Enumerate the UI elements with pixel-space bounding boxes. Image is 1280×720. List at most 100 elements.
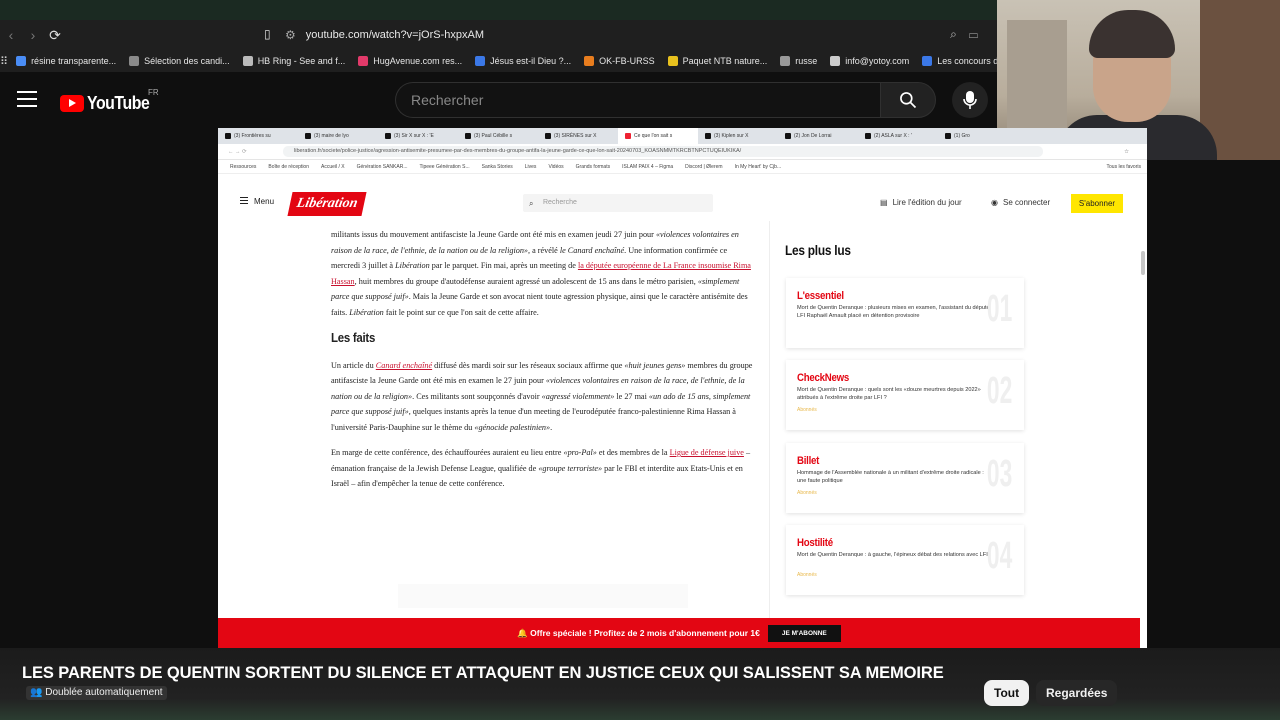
bookmark-item[interactable]: Jésus est-il Dieu ?... <box>475 56 571 66</box>
card-rank: 02 <box>986 370 1012 412</box>
card-rank: 01 <box>986 288 1012 330</box>
login-label: Se connecter <box>1002 198 1051 207</box>
inner-bookmark-item[interactable]: Boîte de réception <box>268 164 309 170</box>
inner-back-icon[interactable]: ← → ⟳ <box>228 149 247 155</box>
bookmark-item[interactable]: russe <box>780 56 817 66</box>
inner-bookmark-item[interactable]: Vidéos <box>548 164 563 170</box>
youtube-logo[interactable]: YouTube <box>60 93 158 114</box>
inner-bookmark-item[interactable]: Génération SANKAR... <box>357 164 408 170</box>
subscribe-button[interactable]: S'abonner <box>1071 194 1123 213</box>
bookmark-favicon-icon <box>129 56 140 66</box>
quote: «groupe terroriste» <box>538 463 603 473</box>
menu-icon[interactable] <box>17 91 37 107</box>
bookmark-item[interactable]: OK-FB-URSS <box>584 56 655 66</box>
search-input[interactable]: Rechercher <box>395 82 880 118</box>
inner-address-bar: ← → ⟳ liberation.fr/societe/police-justi… <box>218 144 1147 160</box>
card-text: Mort de Quentin Deranque : à gauche, l'é… <box>797 552 988 558</box>
most-read-card[interactable]: Billet Hommage de l'Assemblée nationale à… <box>786 443 1024 513</box>
bookmark-favicon-icon <box>242 56 253 66</box>
tab-favicon-icon <box>465 133 471 139</box>
bookmark-favicon-icon <box>475 56 486 66</box>
reload-icon[interactable]: ⟳ <box>44 27 66 44</box>
inner-scrollbar[interactable] <box>1141 251 1145 275</box>
inner-bookmark-item[interactable]: ISLAM PAIX 4 – Figma <box>622 164 673 170</box>
inner-star-icon[interactable]: ☆ <box>1124 149 1129 155</box>
forward-icon[interactable]: › <box>22 27 44 43</box>
tab-favicon-icon <box>705 133 711 139</box>
inner-tab[interactable]: (3) Kiplen sur X <box>698 133 778 139</box>
back-icon[interactable]: ‹ <box>0 27 22 43</box>
card-text: Mort de Quentin Deranque : plusieurs mis… <box>797 305 990 319</box>
text-run: fait le point sur ce que l'on sait de ce… <box>383 307 539 317</box>
voice-search-button[interactable] <box>952 82 988 118</box>
liberation-search-placeholder: Recherche <box>543 199 577 206</box>
bookmark-item[interactable]: HugAvenue.com res... <box>358 56 462 66</box>
user-icon: ◉ <box>991 198 998 207</box>
most-read-card[interactable]: CheckNews Mort de Quentin Deranque : quel… <box>786 360 1024 430</box>
bookmark-item[interactable]: résine transparente... <box>16 56 116 66</box>
video-info: LES PARENTS DE QUENTIN SORTENT DU SILENC… <box>0 648 1280 720</box>
bookmark-item[interactable]: Les concours d' <box>922 56 1000 66</box>
liberation-logo[interactable]: Libération <box>287 192 367 216</box>
inner-bookmark-item[interactable]: Tipeee Génération S... <box>419 164 469 170</box>
article-link[interactable]: Canard enchaîné <box>376 361 432 370</box>
offer-banner: 🔔 Offre spéciale ! Profitez de 2 mois d'… <box>218 618 1140 648</box>
inner-bookmarks-all[interactable]: Tous les favoris <box>1107 164 1141 170</box>
inner-tab-label: (1) Gro <box>954 133 970 139</box>
inner-tab[interactable]: (3) Paul Cébille s <box>458 133 538 139</box>
chip-watched[interactable]: Regardées <box>1036 680 1118 706</box>
zoom-icon[interactable]: ⌕▭ <box>950 27 990 42</box>
offer-subscribe-button[interactable]: JE M'ABONNE <box>767 624 841 642</box>
inner-bookmarks-bar: Ressources Boîte de réception Accueil / X G… <box>218 160 1147 174</box>
inner-tab[interactable]: (3) maire de lyo <box>298 133 378 139</box>
microphone-icon <box>963 91 977 109</box>
text-run: En marge de cette conférence, des échauf… <box>331 448 564 457</box>
login-link[interactable]: ◉ Se connecter <box>991 198 1050 207</box>
bookmark-favicon-icon <box>358 56 369 66</box>
site-info-icon[interactable]: ⚙ <box>285 28 296 42</box>
inner-tab-label: Ce que l'on sait s <box>634 133 673 139</box>
inner-tab-label: (3) SIRÈNES sur X <box>554 133 597 139</box>
tab-favicon-icon <box>625 133 631 139</box>
most-read-card[interactable]: Hostilité Mort de Quentin Deranque : à ga… <box>786 525 1024 595</box>
inner-tab-label: (3) Paul Cébille s <box>474 133 513 139</box>
liberation-menu-button[interactable]: Menu <box>240 197 274 206</box>
chip-all[interactable]: Tout <box>984 680 1030 706</box>
inner-bookmark-item[interactable]: Grands formats <box>576 164 610 170</box>
most-read-title: Les plus lus <box>785 242 851 258</box>
search-button[interactable] <box>880 82 936 118</box>
inner-bookmark-item[interactable]: Discord | Ølerem <box>685 164 722 170</box>
inner-bookmark-item[interactable]: Ressources <box>230 164 256 170</box>
inner-tab[interactable]: Ce que l'on sait s <box>618 128 698 144</box>
inner-tab[interactable]: (3) SIRÈNES sur X <box>538 133 618 139</box>
inner-bookmark-item[interactable]: Sanka Stories <box>482 164 513 170</box>
inner-bookmark-item[interactable]: Accueil / X <box>321 164 345 170</box>
bookmark-label: HugAvenue.com res... <box>373 56 463 66</box>
inner-tab[interactable]: (2) Jon De Lorrai <box>778 133 858 139</box>
inner-tab[interactable]: (1) Gro <box>938 133 1018 139</box>
bookmark-icon[interactable]: ▯ <box>264 27 271 41</box>
inner-bookmark-item[interactable]: Lives <box>525 164 537 170</box>
article-link[interactable]: Ligue de défense juive <box>670 448 744 457</box>
card-category: Hostilité <box>797 537 833 549</box>
inner-tab[interactable]: (2) ASLA sur X : ' <box>858 133 938 139</box>
quote: «agressé violemment» <box>541 391 615 401</box>
edition-link[interactable]: ▤ Lire l'édition du jour <box>880 198 962 207</box>
liberation-search-input[interactable]: ⌕ Recherche <box>523 194 713 212</box>
bookmark-label: Jésus est-il Dieu ?... <box>490 56 572 66</box>
most-read-card[interactable]: L'essentiel Mort de Quentin Deranque : pl… <box>786 278 1024 348</box>
inner-bookmark-item[interactable]: In My Heart' by Cjb... <box>735 164 782 170</box>
inner-tab[interactable]: (3) Frontières su <box>218 133 298 139</box>
inner-url[interactable]: liberation.fr/societe/police-justice/agr… <box>283 146 1043 157</box>
bookmark-item[interactable]: Paquet NTB nature... <box>667 56 767 66</box>
address-bar[interactable]: ⚙ youtube.com/watch?v=jOrS-hxpxAM ⌕▭ <box>285 23 1000 47</box>
text-run: . <box>550 422 553 432</box>
card-rank: 04 <box>986 535 1012 577</box>
bookmark-item[interactable]: Sélection des candi... <box>129 56 230 66</box>
bookmark-item[interactable]: info@yotoy.com <box>830 56 909 66</box>
apps-icon[interactable]: ⠿ <box>0 55 8 68</box>
inner-tab[interactable]: (3) Sir X sur X : 'E <box>378 133 458 139</box>
bookmark-item[interactable]: HB Ring - See and f... <box>242 56 345 66</box>
inner-tab-label: (3) maire de lyo <box>314 133 349 139</box>
people-icon: 👥 <box>30 687 43 698</box>
